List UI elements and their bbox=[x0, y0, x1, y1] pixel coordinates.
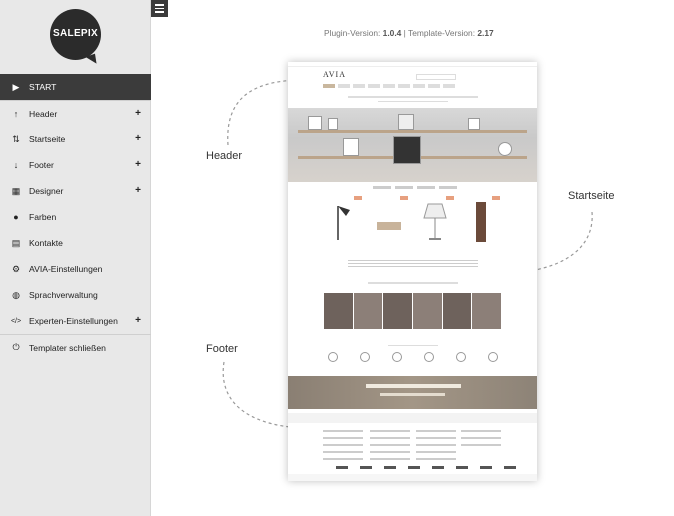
template-preview[interactable]: AVIA bbox=[288, 62, 537, 481]
preview-hero-image bbox=[288, 108, 537, 182]
preview-tabs bbox=[373, 186, 461, 189]
preview-welcome-line bbox=[348, 96, 478, 98]
preview-nav bbox=[323, 84, 473, 90]
preview-welcome-sub bbox=[378, 101, 448, 102]
preview-product bbox=[420, 196, 454, 244]
preview-copyright-bar bbox=[288, 474, 537, 481]
preview-search bbox=[416, 74, 456, 80]
preview-payment-logos bbox=[336, 466, 516, 469]
preview-product bbox=[374, 196, 408, 244]
preview-promo-banner bbox=[288, 376, 537, 409]
preview-footer-column bbox=[461, 430, 501, 451]
preview-product bbox=[328, 196, 362, 244]
preview-product bbox=[466, 196, 500, 244]
preview-product-info bbox=[348, 260, 478, 268]
preview-topbar bbox=[288, 62, 537, 67]
preview-footer-column bbox=[416, 430, 456, 465]
preview-footer-column bbox=[370, 430, 410, 465]
preview-brands-title bbox=[388, 345, 438, 346]
preview-instagram-title bbox=[368, 282, 458, 284]
preview-instagram-feed bbox=[324, 293, 502, 329]
preview-footer-column bbox=[323, 430, 363, 465]
preview-footer-bar bbox=[288, 413, 537, 423]
preview-brands bbox=[328, 352, 498, 362]
preview-logo: AVIA bbox=[323, 70, 346, 79]
